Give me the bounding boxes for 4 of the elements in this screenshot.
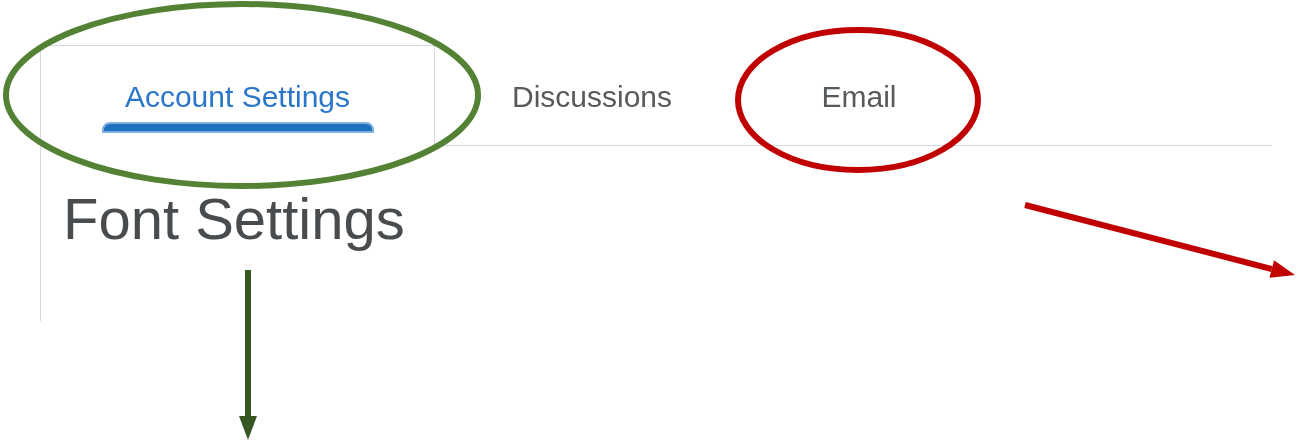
tab[interactable]: Email xyxy=(749,45,969,146)
tab[interactable]: Account Settings xyxy=(40,45,435,146)
page-heading: Font Settings xyxy=(63,185,406,253)
tab[interactable]: Discussions xyxy=(435,45,749,146)
